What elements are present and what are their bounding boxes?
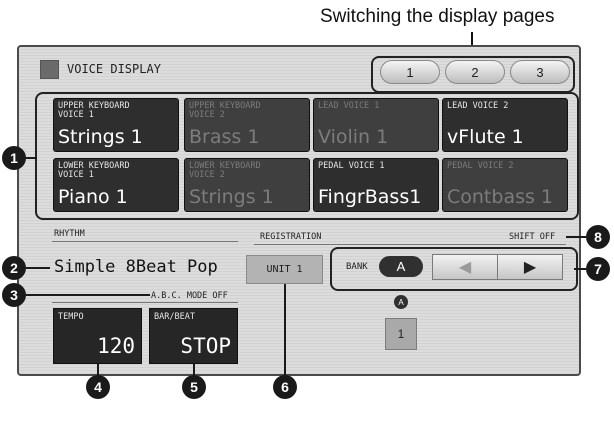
voice-part-label: LOWER KEYBOARD VOICE 1 (58, 161, 130, 180)
tempo-value: 120 (97, 334, 135, 358)
voice-part-label: UPPER KEYBOARD VOICE 1 (58, 101, 130, 120)
unit-button[interactable]: UNIT 1 (246, 255, 323, 284)
bar-beat-value: STOP (180, 334, 231, 358)
voice-part-label: LEAD VOICE 2 (447, 101, 509, 111)
page-button-3[interactable]: 3 (510, 60, 570, 84)
callout-6-leader (284, 284, 286, 376)
registration-memory-1[interactable]: 1 (385, 318, 417, 350)
bar-beat-label: BAR/BEAT (154, 312, 195, 322)
bank-next-button[interactable]: ▶ (497, 254, 563, 280)
tempo-label: TEMPO (58, 312, 84, 322)
rhythm-section-label: RHYTHM (54, 229, 85, 239)
voice-name: vFlute 1 (447, 126, 524, 148)
memory-bank-letter: A (394, 295, 408, 309)
rhythm-divider (52, 241, 238, 242)
voice-name: FingrBass1 (318, 186, 422, 208)
window-icon (40, 60, 59, 79)
abc-divider (52, 302, 238, 303)
shift-status: SHIFT OFF (509, 232, 556, 242)
bank-label: BANK (346, 262, 368, 272)
voice-part-label: PEDAL VOICE 1 (318, 161, 385, 171)
callout-2-leader (26, 267, 50, 269)
voice-name: Contbass 1 (447, 186, 554, 208)
caption-switching-pages: Switching the display pages (320, 6, 555, 27)
voice-part-label: LEAD VOICE 1 (318, 101, 380, 111)
callout-8-leader (566, 236, 586, 238)
page-button-1[interactable]: 1 (380, 60, 440, 84)
callout-1: 1 (2, 146, 26, 170)
voice-part-label: PEDAL VOICE 2 (447, 161, 514, 171)
bank-value: A (379, 256, 423, 277)
callout-6: 6 (273, 375, 297, 399)
abc-mode-status: A.B.C. MODE OFF (151, 291, 228, 301)
voice-pedal-1[interactable]: PEDAL VOICE 1 FingrBass1 (313, 158, 439, 212)
callout-2: 2 (2, 256, 26, 280)
voice-lead-2[interactable]: LEAD VOICE 2 vFlute 1 (442, 98, 568, 152)
callout-3: 3 (2, 283, 26, 307)
callout-8: 8 (586, 225, 610, 249)
voice-lower-2[interactable]: LOWER KEYBOARD VOICE 2 Strings 1 (184, 158, 310, 212)
voice-name: Brass 1 (189, 126, 260, 148)
callout-4: 4 (86, 375, 110, 399)
voice-lead-1[interactable]: LEAD VOICE 1 Violin 1 (313, 98, 439, 152)
callout-7: 7 (586, 257, 610, 281)
callout-5: 5 (182, 375, 206, 399)
voice-pedal-2[interactable]: PEDAL VOICE 2 Contbass 1 (442, 158, 568, 212)
bank-prev-button[interactable]: ◀ (432, 254, 498, 280)
triangle-right-icon: ▶ (523, 259, 537, 276)
window-title: VOICE DISPLAY (67, 62, 161, 76)
voice-part-label: UPPER KEYBOARD VOICE 2 (189, 101, 261, 120)
registration-divider (254, 244, 566, 245)
triangle-left-icon: ◀ (458, 259, 472, 276)
voice-name: Strings 1 (189, 186, 274, 208)
voice-name: Violin 1 (318, 126, 389, 148)
callout-1-leader (26, 157, 37, 159)
registration-section-label: REGISTRATION (260, 232, 322, 242)
voice-lower-1[interactable]: LOWER KEYBOARD VOICE 1 Piano 1 (53, 158, 179, 212)
rhythm-name[interactable]: Simple 8Beat Pop (54, 257, 218, 277)
callout-7-leader (574, 268, 586, 270)
voice-upper-2[interactable]: UPPER KEYBOARD VOICE 2 Brass 1 (184, 98, 310, 152)
tempo-box[interactable]: TEMPO 120 (53, 308, 142, 364)
callout-3-leader (26, 294, 150, 296)
voice-part-label: LOWER KEYBOARD VOICE 2 (189, 161, 261, 180)
voice-name: Strings 1 (58, 126, 143, 148)
voice-upper-1[interactable]: UPPER KEYBOARD VOICE 1 Strings 1 (53, 98, 179, 152)
page-button-2[interactable]: 2 (445, 60, 505, 84)
voice-name: Piano 1 (58, 186, 128, 208)
bar-beat-box[interactable]: BAR/BEAT STOP (149, 308, 238, 364)
